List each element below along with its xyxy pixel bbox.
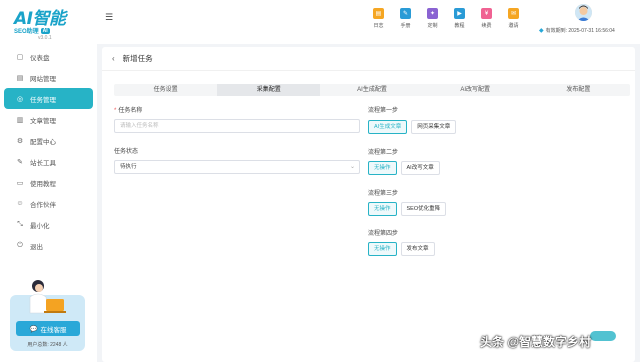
sidebar-item-label: 文章管理: [30, 117, 56, 125]
app-version: v3.0.1: [38, 35, 52, 41]
sidebar-item-label: 退出: [30, 243, 43, 251]
sidebar-item-tutorials[interactable]: ▭ 使用教程: [4, 172, 93, 193]
watermark: 头条 @智慧数字乡村: [480, 335, 592, 349]
log-icon: ▤: [373, 8, 384, 19]
tab-ai-generate-config[interactable]: AI生成配置: [320, 84, 423, 96]
support-illustration: [29, 280, 66, 314]
tab-publish-config[interactable]: 发布配置: [527, 84, 630, 96]
invite-icon: ✉: [508, 8, 519, 19]
sidebar-item-partners[interactable]: ☺ 合作伙伴: [4, 193, 93, 214]
tool-custom[interactable]: ✦ 定制: [423, 8, 442, 29]
website-icon: ▤: [16, 74, 24, 82]
sidebar-item-label: 最小化: [30, 222, 50, 230]
step-3-label: 流程第三步: [368, 191, 399, 197]
avatar[interactable]: [575, 4, 592, 21]
tool-manual[interactable]: ✎ 手册: [396, 8, 415, 29]
support-promo: 💬 在线客服 用户总数: 2248 人: [10, 275, 85, 353]
app-logo[interactable]: AI智能 SEO助理 AI: [14, 4, 84, 35]
option-no-action[interactable]: 无操作: [368, 202, 397, 216]
sidebar: AI智能 SEO助理 AI v3.0.1 ▢ 仪表盘 ▤ 网站管理 ◎ 任务管理…: [0, 0, 97, 362]
option-no-action[interactable]: 无操作: [368, 161, 397, 175]
user-count: 用户总数: 2248 人: [27, 342, 68, 348]
option-publish-article[interactable]: 发布文章: [400, 242, 435, 256]
task-icon: ◎: [16, 95, 24, 103]
tab-ai-rewrite-config[interactable]: AI改写配置: [424, 84, 527, 96]
expiry-date: ◆ 有效期到: 2025-07-31 16:56:04: [539, 28, 615, 34]
sidebar-item-label: 合作伙伴: [30, 201, 56, 209]
logout-icon: ⏻: [17, 241, 23, 249]
config-icon: ⚙: [16, 137, 24, 145]
back-arrow-icon[interactable]: ‹: [112, 54, 115, 63]
tool-invite[interactable]: ✉ 邀请: [504, 8, 523, 29]
main-panel: ‹ 新增任务 任务设置 采集配置 AI生成配置 AI改写配置 发布配置 * 任务名…: [102, 47, 635, 362]
step-4-options: 无操作 发布文章: [368, 242, 435, 256]
step-4-label: 流程第四步: [368, 231, 399, 237]
user-info: ◆ 有效期到: 2025-07-31 16:56:04: [537, 2, 637, 42]
custom-icon: ✦: [427, 8, 438, 19]
sidebar-item-websites[interactable]: ▤ 网站管理: [4, 67, 93, 88]
sidebar-item-dashboard[interactable]: ▢ 仪表盘: [4, 46, 93, 67]
menu-collapse-icon[interactable]: ☰: [105, 12, 113, 23]
header-toolbar: ▤ 日志 ✎ 手册 ✦ 定制 ▶ 教程 ¥ 续费 ✉ 邀请: [369, 8, 523, 29]
tool-renew[interactable]: ¥ 续费: [477, 8, 496, 29]
sidebar-item-config[interactable]: ⚙ 配置中心: [4, 130, 93, 151]
sidebar-item-webmaster-tools[interactable]: ✎ 站长工具: [4, 151, 93, 172]
tutorial-icon: ▶: [454, 8, 465, 19]
sidebar-item-label: 站长工具: [30, 159, 56, 167]
sidebar-item-label: 网站管理: [30, 75, 56, 83]
step-2-options: 无操作 AI改写文章: [368, 161, 440, 175]
option-no-action[interactable]: 无操作: [368, 242, 397, 256]
sidebar-item-label: 仪表盘: [30, 54, 50, 62]
tools-icon: ✎: [17, 158, 23, 166]
option-ai-generate-article[interactable]: AI生成文章: [368, 120, 408, 134]
tool-log[interactable]: ▤ 日志: [369, 8, 388, 29]
diamond-icon: ◆: [539, 28, 544, 34]
minimize-icon: ⤡: [17, 220, 23, 228]
tutorial-icon: ▭: [16, 179, 24, 187]
page-title: 新增任务: [122, 54, 153, 63]
task-status-select[interactable]: 待执行 ⌄: [114, 160, 360, 174]
article-icon: ▥: [16, 116, 24, 124]
partner-icon: ☺: [16, 200, 24, 207]
tab-task-settings[interactable]: 任务设置: [114, 84, 217, 96]
tool-tutorial[interactable]: ▶ 教程: [450, 8, 469, 29]
task-name-input[interactable]: 请输入任务名称: [114, 119, 360, 133]
sidebar-item-articles[interactable]: ▥ 文章管理: [4, 109, 93, 130]
renew-icon: ¥: [481, 8, 492, 19]
sidebar-item-label: 配置中心: [30, 138, 56, 146]
sidebar-item-label: 任务管理: [30, 96, 56, 104]
sidebar-item-minimize[interactable]: ⤡ 最小化: [4, 214, 93, 235]
top-header: ☰ ▤ 日志 ✎ 手册 ✦ 定制 ▶ 教程 ¥ 续费 ✉ 邀请 ◆ 有效期到: …: [97, 0, 640, 44]
sidebar-item-logout[interactable]: ⏻ 退出: [4, 235, 93, 256]
sidebar-item-tasks[interactable]: ◎ 任务管理: [4, 88, 93, 109]
step-3-options: 无操作 SEO优化重降: [368, 202, 447, 216]
chat-icon: 💬: [29, 325, 38, 333]
tab-collect-config[interactable]: 采集配置: [217, 84, 321, 96]
step-2-label: 流程第二步: [368, 150, 399, 156]
dashboard-icon: ▢: [16, 53, 24, 61]
task-status-label: 任务状态: [114, 149, 139, 155]
manual-icon: ✎: [400, 8, 411, 19]
brand-tag: AI: [40, 27, 50, 34]
step-1-label: 流程第一步: [368, 108, 399, 114]
sidebar-item-label: 使用教程: [30, 180, 56, 188]
option-ai-rewrite-article[interactable]: AI改写文章: [400, 161, 440, 175]
chevron-down-icon: ⌄: [349, 164, 355, 170]
page-header: ‹ 新增任务: [102, 47, 635, 71]
floating-action-button[interactable]: [590, 331, 616, 341]
step-1-options: AI生成文章 网页采集文章: [368, 120, 457, 134]
sidebar-nav: ▢ 仪表盘 ▤ 网站管理 ◎ 任务管理 ▥ 文章管理 ⚙ 配置中心 ✎ 站长工具…: [0, 46, 97, 256]
brand-subtitle: SEO助理: [14, 29, 39, 35]
option-web-collect-article[interactable]: 网页采集文章: [411, 120, 457, 134]
online-support-button[interactable]: 💬 在线客服: [16, 321, 80, 336]
config-tabs: 任务设置 采集配置 AI生成配置 AI改写配置 发布配置: [114, 84, 630, 96]
option-seo-optimize[interactable]: SEO优化重降: [400, 202, 447, 216]
task-name-label: * 任务名称: [114, 108, 143, 114]
